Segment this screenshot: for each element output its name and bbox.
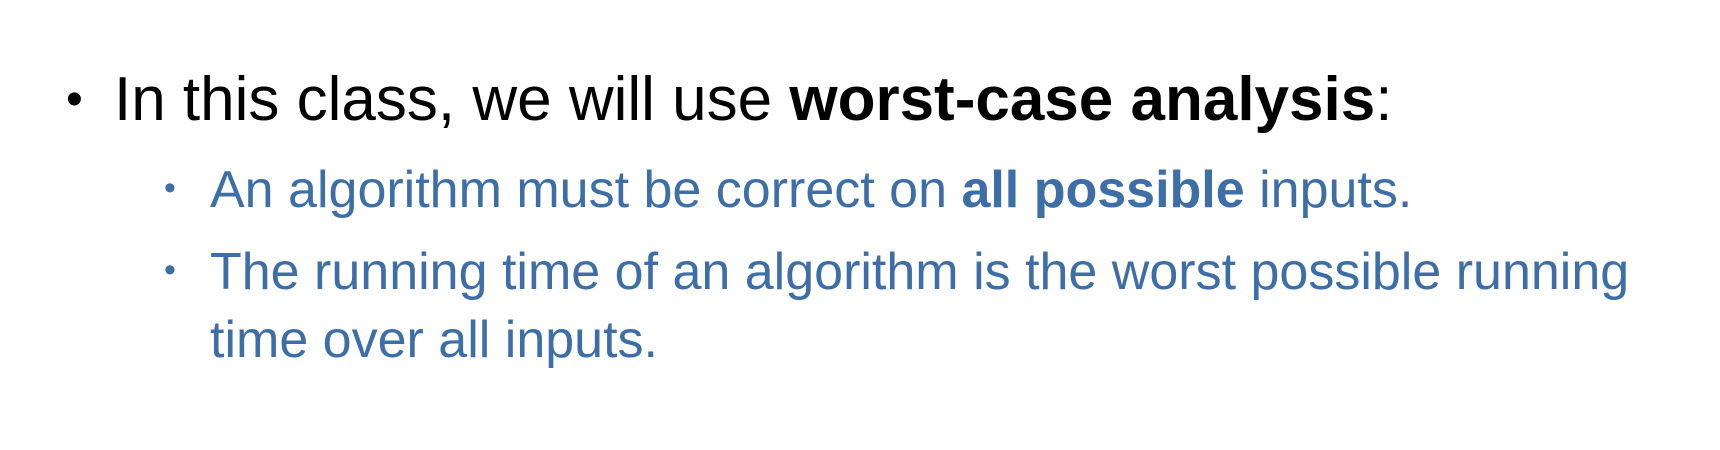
bullet-marker: •	[164, 169, 176, 207]
sub-bullet-running-time: • The running time of an algorithm is th…	[164, 238, 1644, 374]
sub-bullet-suffix: inputs.	[1244, 161, 1413, 219]
main-bullet: • In this class, we will use worst-case …	[66, 62, 1392, 138]
main-bullet-emphasis: worst-case analysis	[789, 65, 1376, 134]
slide: • In this class, we will use worst-case …	[0, 0, 1720, 450]
sub-bullet-prefix: An algorithm must be correct on	[210, 161, 962, 219]
sub-bullet-text: An algorithm must be correct on all poss…	[210, 156, 1630, 224]
bullet-marker: •	[66, 73, 83, 126]
sub-bullet-correctness: • An algorithm must be correct on all po…	[164, 156, 1630, 224]
bullet-marker: •	[164, 251, 176, 289]
main-bullet-suffix: :	[1375, 65, 1393, 134]
main-bullet-text: In this class, we will use worst-case an…	[114, 62, 1392, 138]
sub-bullet-text: The running time of an algorithm is the …	[210, 243, 1630, 369]
sub-bullet-emphasis: all possible	[961, 161, 1245, 219]
main-bullet-prefix: In this class, we will use	[114, 65, 790, 134]
